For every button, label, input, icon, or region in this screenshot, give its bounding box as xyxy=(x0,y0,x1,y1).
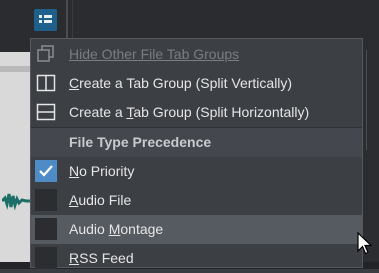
menu-item-label: Create a Tab Group (Split Vertically) xyxy=(69,75,293,91)
waveform-graphic xyxy=(2,193,30,211)
toolbar-divider xyxy=(72,0,73,38)
mnemonic-char: M xyxy=(108,221,121,237)
checkbox[interactable] xyxy=(35,247,57,269)
mnemonic-char: T xyxy=(126,104,134,120)
split-horizontal-icon xyxy=(36,103,56,121)
checkbox[interactable] xyxy=(35,160,57,182)
checkbox[interactable] xyxy=(35,218,57,240)
menu-item-label: Hide Other File Tab Groups xyxy=(69,46,240,62)
hide-groups-icon xyxy=(37,45,54,62)
mnemonic-char: N xyxy=(69,163,80,179)
mnemonic-char: C xyxy=(69,75,80,91)
menu-item-split-vertically[interactable]: Create a Tab Group (Split Vertically) xyxy=(31,69,362,98)
checkbox[interactable] xyxy=(35,189,57,211)
tab-group-icon xyxy=(39,15,52,23)
mnemonic-char: A xyxy=(69,192,79,208)
mnemonic-char: R xyxy=(69,250,80,266)
tab-group-button[interactable] xyxy=(34,9,57,31)
menu-option-audio-file[interactable]: Audio File xyxy=(31,186,362,215)
mouse-cursor-icon xyxy=(357,232,373,255)
menu-option-audio-montage[interactable]: Audio Montage xyxy=(31,215,362,244)
section-header-file-type-precedence: File Type Precedence xyxy=(31,128,362,157)
menu-option-no-priority[interactable]: No Priority xyxy=(31,157,362,186)
checkmark-icon xyxy=(39,165,53,177)
menu-option-label: Audio Montage xyxy=(69,221,164,237)
menu-option-label: No Priority xyxy=(69,163,135,179)
menu-option-label: Audio File xyxy=(69,192,132,208)
menu-item-split-horizontally[interactable]: Create a Tab Group (Split Horizontally) xyxy=(31,98,362,127)
menu-item-label: Create a Tab Group (Split Horizontally) xyxy=(69,104,310,120)
tab-group-menu: Hide Other File Tab Groups Create a Tab … xyxy=(30,38,363,269)
split-vertical-icon xyxy=(36,74,56,92)
menu-item-hide-other-groups[interactable]: Hide Other File Tab Groups xyxy=(31,40,362,69)
toolbar-divider xyxy=(66,0,68,38)
waveform-panel xyxy=(0,52,30,269)
panel-stripe xyxy=(0,66,30,72)
section-header-label: File Type Precedence xyxy=(69,134,212,150)
panel-line xyxy=(366,50,367,150)
